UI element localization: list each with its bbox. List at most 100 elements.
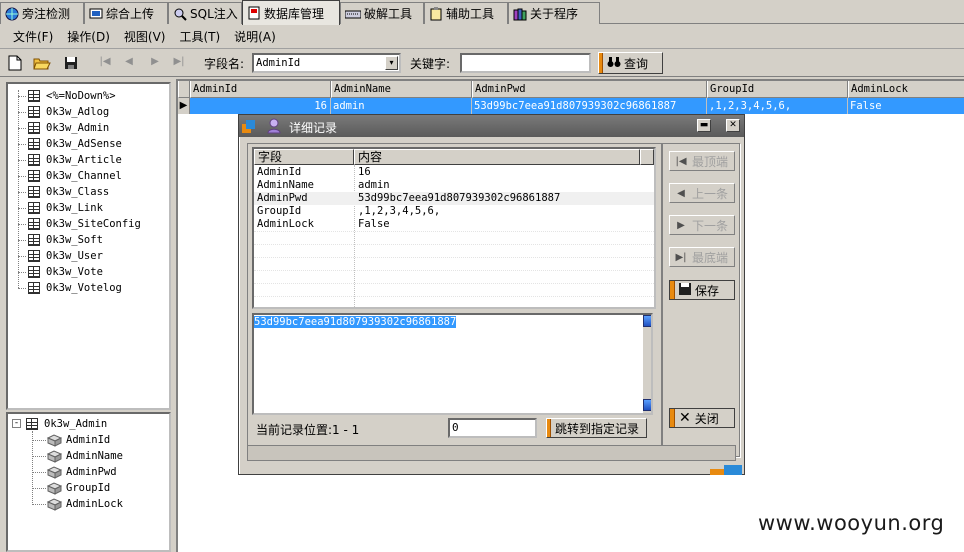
- table-list-item[interactable]: 0k3w_Article: [28, 152, 122, 168]
- tab-label: 综合上传: [106, 7, 155, 21]
- dropdown-arrow-icon[interactable]: ▾: [385, 56, 398, 70]
- grid-cell-adminid[interactable]: 16: [190, 98, 331, 114]
- table-list-item[interactable]: 0k3w_Adlog: [28, 104, 109, 120]
- prev-record-button[interactable]: ◀ 上一条: [669, 183, 735, 203]
- last-record-icon[interactable]: ▶|: [172, 55, 186, 69]
- jump-to-record-button[interactable]: 跳转到指定记录: [546, 418, 647, 438]
- table-icon: [28, 234, 40, 246]
- grid-header-adminid[interactable]: AdminId: [190, 81, 331, 98]
- table-icon: [28, 170, 40, 182]
- keyword-label: 关键字:: [410, 57, 451, 71]
- dialog-title-bar[interactable]: 详细记录 ▬ ✕: [239, 115, 744, 137]
- menu-tools[interactable]: 工具(T): [172, 28, 227, 45]
- first-record-icon[interactable]: |◀: [98, 55, 112, 69]
- next-record-button[interactable]: ▶ 下一条: [669, 215, 735, 235]
- menu-help[interactable]: 说明(A): [227, 28, 283, 45]
- magnifier-icon: [173, 7, 187, 21]
- grid-header-adminname[interactable]: AdminName: [331, 81, 472, 98]
- grid-corner: [178, 81, 190, 98]
- selected-value-text[interactable]: 53d99bc7eea91d807939302c96861887: [254, 316, 457, 328]
- detail-record-dialog: 详细记录 ▬ ✕ 字段 内容 AdminId 16 AdminName admin Ad…: [238, 114, 745, 475]
- field-list-row[interactable]: AdminId 16: [254, 166, 654, 179]
- list-header-field[interactable]: 字段: [254, 149, 354, 165]
- menu-file[interactable]: 文件(F): [6, 28, 60, 45]
- close-icon[interactable]: ✕: [726, 119, 740, 132]
- tab-crack-tools[interactable]: 破解工具: [340, 2, 424, 24]
- jump-record-input[interactable]: 0: [448, 418, 537, 438]
- table-list-item[interactable]: 0k3w_Admin: [28, 120, 109, 136]
- scroll-down-icon[interactable]: [643, 399, 651, 411]
- first-icon: |◀: [675, 155, 687, 167]
- app-logo-icon: [241, 118, 257, 137]
- table-list-item[interactable]: 0k3w_Vote: [28, 264, 103, 280]
- column-tree: - 0k3w_Admin AdminId AdminName AdminPwd Gro…: [6, 412, 171, 552]
- grid-cell-adminpwd[interactable]: 53d99bc7eea91d807939302c96861887: [472, 98, 707, 114]
- toolbar: |◀ ◀ ▶ ▶| 字段名: AdminId ▾ 关键字: 查询: [0, 49, 964, 77]
- grid-cell-groupid[interactable]: ,1,2,3,4,5,6,: [707, 98, 848, 114]
- tab-upload[interactable]: 综合上传: [84, 2, 168, 24]
- grid-header-adminlock[interactable]: AdminLock: [848, 81, 964, 98]
- column-tree-item[interactable]: AdminName: [46, 448, 123, 464]
- detail-left-panel: 字段 内容 AdminId 16 AdminName admin AdminPwd 53d…: [247, 143, 662, 457]
- table-list-item[interactable]: 0k3w_Class: [28, 184, 109, 200]
- field-list-row[interactable]: GroupId ,1,2,3,4,5,6,: [254, 205, 654, 218]
- grid-cell-adminname[interactable]: admin: [331, 98, 472, 114]
- keyword-input[interactable]: [460, 53, 591, 73]
- menu-operate[interactable]: 操作(D): [60, 28, 117, 45]
- field-name-select[interactable]: AdminId ▾: [252, 53, 401, 73]
- column-tree-item[interactable]: GroupId: [46, 480, 110, 496]
- grid-cell-adminlock[interactable]: False: [848, 98, 964, 114]
- table-list-item[interactable]: 0k3w_Votelog: [28, 280, 122, 296]
- scroll-up-icon[interactable]: [643, 315, 651, 327]
- value-scrollbar[interactable]: [643, 315, 651, 413]
- tab-database-manage[interactable]: 数据库管理: [242, 0, 340, 25]
- tree-table-node[interactable]: 0k3w_Admin: [26, 416, 107, 432]
- column-tree-item[interactable]: AdminPwd: [46, 464, 117, 480]
- collapse-toggle-icon[interactable]: -: [12, 419, 21, 428]
- tab-label: 数据库管理: [264, 6, 325, 21]
- table-icon: [28, 250, 40, 262]
- tab-sidenote-detect[interactable]: 旁注检测: [0, 2, 84, 24]
- tab-helper-tools[interactable]: 辅助工具: [424, 2, 508, 24]
- menu-bar: 文件(F) 操作(D) 视图(V) 工具(T) 说明(A): [0, 25, 964, 49]
- save-disk-icon[interactable]: [62, 54, 80, 72]
- grid-header-groupid[interactable]: GroupId: [707, 81, 848, 98]
- binoculars-icon: [607, 56, 621, 71]
- field-name-label: 字段名:: [204, 57, 245, 71]
- field-list-row[interactable]: AdminLock False: [254, 218, 654, 231]
- prev-record-icon[interactable]: ◀: [122, 55, 136, 69]
- open-folder-icon[interactable]: [33, 54, 51, 72]
- close-button[interactable]: ✕ 关闭: [669, 408, 735, 428]
- column-field-icon: [46, 466, 63, 479]
- column-field-icon: [46, 482, 63, 495]
- column-tree-item[interactable]: AdminLock: [46, 496, 123, 512]
- next-record-icon[interactable]: ▶: [148, 55, 162, 69]
- tab-label: SQL注入: [190, 7, 238, 21]
- table-list-item[interactable]: <%=NoDown%>: [28, 88, 116, 104]
- tab-about[interactable]: 关于程序: [508, 2, 600, 24]
- menu-view[interactable]: 视图(V): [117, 28, 173, 45]
- main-tab-strip: 旁注检测 综合上传 SQL注入 数据库管理 破解工具 辅助工具 关于程序: [0, 0, 964, 25]
- column-tree-item[interactable]: AdminId: [46, 432, 110, 448]
- table-list-item[interactable]: 0k3w_Channel: [28, 168, 122, 184]
- field-list-row[interactable]: AdminName admin: [254, 179, 654, 192]
- value-editor[interactable]: 53d99bc7eea91d807939302c96861887: [252, 313, 653, 415]
- table-list-item[interactable]: 0k3w_Soft: [28, 232, 103, 248]
- tab-sql-injection[interactable]: SQL注入: [168, 2, 242, 24]
- table-list-item[interactable]: 0k3w_AdSense: [28, 136, 122, 152]
- last-record-button[interactable]: ▶| 最底端: [669, 247, 735, 267]
- query-button[interactable]: 查询: [598, 52, 663, 74]
- save-button[interactable]: 保存: [669, 280, 735, 300]
- first-record-button[interactable]: |◀ 最顶端: [669, 151, 735, 171]
- watermark: www.wooyun.org: [758, 511, 945, 535]
- table-list-item[interactable]: 0k3w_SiteConfig: [28, 216, 141, 232]
- table-list-item[interactable]: 0k3w_User: [28, 248, 103, 264]
- table-list-item[interactable]: 0k3w_Link: [28, 200, 103, 216]
- grid-header-adminpwd[interactable]: AdminPwd: [472, 81, 707, 98]
- clipboard-icon: [429, 6, 443, 21]
- new-file-icon[interactable]: [6, 54, 24, 72]
- column-field-icon: [46, 450, 63, 463]
- field-list-row[interactable]: AdminPwd 53d99bc7eea91d807939302c96861887: [254, 192, 654, 205]
- list-header-content[interactable]: 内容: [354, 149, 640, 165]
- minimize-icon[interactable]: ▬: [697, 119, 711, 132]
